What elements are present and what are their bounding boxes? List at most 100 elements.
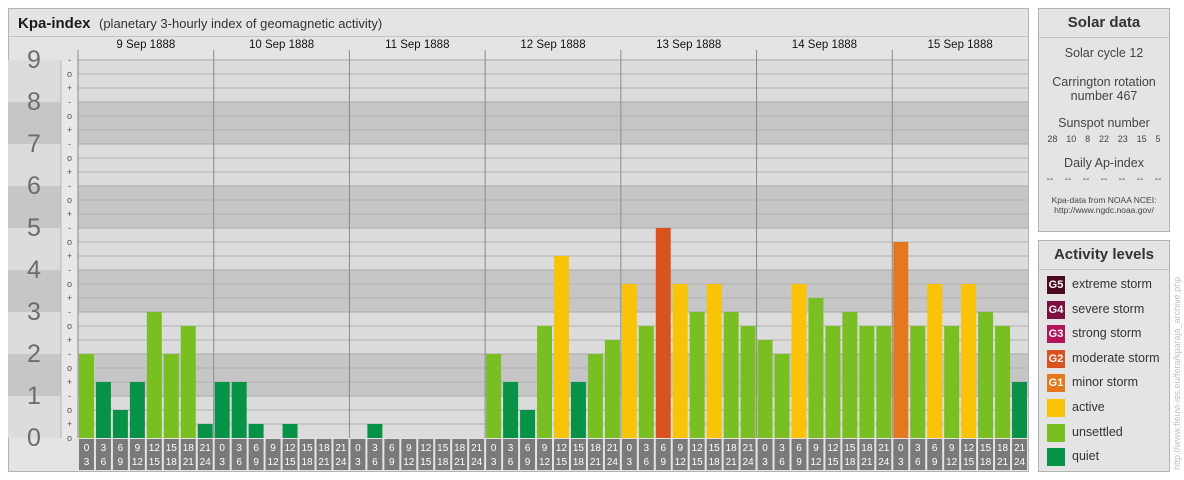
hour-end-label: 21	[183, 457, 195, 468]
sub-tick-label: +	[67, 293, 72, 303]
hour-start-label: 9	[542, 443, 548, 454]
kp-bar	[129, 382, 145, 438]
hour-start-label: 0	[219, 443, 225, 454]
hour-start-label: 3	[779, 443, 785, 454]
kp-band	[78, 186, 1028, 228]
hour-end-label: 9	[389, 457, 395, 468]
hour-start-label: 21	[200, 443, 212, 454]
activity-levels-title: Activity levels	[1039, 241, 1169, 270]
sub-tick-label: +	[67, 419, 72, 429]
ap-index-title: Daily Ap-index	[1064, 156, 1144, 170]
activity-level-item: G2 moderate storm	[1039, 347, 1169, 372]
activity-level-item: G5 extreme storm	[1039, 273, 1169, 298]
activity-level-swatch: G2	[1047, 349, 1065, 368]
kp-bar	[655, 228, 671, 438]
credit-line-2: http://www.ngdc.noaa.gov/	[1054, 205, 1154, 215]
sub-tick-label: +	[67, 251, 72, 261]
data-credit: Kpa-data from NOAA NCEI: http://www.ngdc…	[1039, 195, 1169, 215]
activity-level-item: G1 minor storm	[1039, 371, 1169, 396]
day-label: 14 Sep 1888	[792, 39, 857, 51]
activity-level-swatch: G3	[1047, 325, 1065, 344]
hour-start-label: 12	[963, 443, 975, 454]
ap-index-value: --	[1136, 174, 1144, 185]
hour-start-label: 15	[301, 443, 313, 454]
carrington-rotation-line2: number 467	[1070, 89, 1138, 103]
sub-tick-label: o	[67, 111, 72, 121]
hour-end-label: 3	[84, 457, 90, 468]
ap-index-value: --	[1046, 174, 1054, 185]
sub-tick-label: o	[67, 405, 72, 415]
hour-end-label: 12	[675, 457, 687, 468]
hour-start-label: 21	[743, 443, 755, 454]
kp-bar	[859, 325, 875, 438]
hour-start-label: 3	[372, 443, 378, 454]
hour-end-label: 15	[692, 457, 704, 468]
kp-bar	[995, 325, 1011, 438]
kp-bar	[1012, 382, 1027, 438]
kp-bar	[944, 325, 960, 438]
sub-tick-label: +	[67, 377, 72, 387]
hour-start-label: 9	[406, 443, 412, 454]
kp-bar	[961, 283, 977, 438]
sub-tick-label: o	[67, 433, 72, 443]
kp-bar	[791, 283, 807, 438]
activity-levels-legend: G5 extreme storm G4 severe storm G3 strong st…	[1039, 270, 1169, 470]
hour-start-label: 0	[491, 443, 497, 454]
sub-tick-label: o	[67, 69, 72, 79]
kp-bar	[248, 424, 264, 438]
day-label: 9 Sep 1888	[116, 39, 175, 51]
sub-tick-label: -	[68, 223, 71, 233]
kp-band	[78, 228, 1028, 270]
y-tick-label: 5	[27, 214, 41, 242]
sub-tick-label: +	[67, 83, 72, 93]
hour-start-label: 15	[166, 443, 178, 454]
activity-level-label: extreme storm	[1072, 277, 1152, 291]
sunspot-value: 15	[1136, 134, 1147, 144]
y-tick-label: 9	[27, 46, 41, 74]
kp-band	[78, 270, 1028, 312]
credit-line-1: Kpa-data from NOAA NCEI:	[1051, 195, 1157, 205]
sunspot-values: 28 10 8 22 23 15 5	[1039, 134, 1169, 144]
source-watermark: http://www.fleuvi-iss.eu/fera/kparaja_ar…	[1172, 276, 1182, 470]
kp-bar	[978, 312, 994, 438]
hour-end-label: 24	[1014, 457, 1026, 468]
kp-bar	[520, 409, 536, 438]
hour-start-label: 18	[590, 443, 602, 454]
hour-start-label: 12	[284, 443, 296, 454]
kp-bar	[808, 298, 824, 438]
activity-level-item: unsettled	[1039, 421, 1169, 446]
day-label: 13 Sep 1888	[656, 39, 721, 51]
sub-tick-label: -	[68, 265, 71, 275]
activity-levels-panel: Activity levels G5 extreme storm G4 severe …	[1038, 240, 1170, 472]
kp-bar	[570, 382, 586, 438]
sub-tick-label: +	[67, 335, 72, 345]
hour-end-label: 3	[355, 457, 361, 468]
hour-end-label: 9	[660, 457, 666, 468]
kp-bar	[757, 340, 773, 438]
kp-bar	[740, 325, 756, 438]
kp-bar	[638, 325, 654, 438]
hour-start-label: 9	[270, 443, 276, 454]
hour-end-label: 6	[915, 457, 921, 468]
hour-end-label: 21	[726, 457, 738, 468]
hour-end-label: 18	[437, 457, 449, 468]
hour-start-label: 18	[726, 443, 738, 454]
kp-bar	[554, 256, 569, 438]
hour-end-label: 24	[471, 457, 483, 468]
hour-end-label: 9	[253, 457, 259, 468]
activity-level-item: G3 strong storm	[1039, 322, 1169, 347]
hour-end-label: 24	[607, 457, 619, 468]
sub-tick-label: o	[67, 237, 72, 247]
hour-end-label: 9	[932, 457, 938, 468]
hour-end-label: 3	[219, 457, 225, 468]
hour-end-label: 9	[525, 457, 531, 468]
hour-end-label: 15	[284, 457, 296, 468]
hour-start-label: 3	[644, 443, 650, 454]
activity-level-label: active	[1072, 399, 1105, 414]
hour-start-label: 21	[335, 443, 347, 454]
carrington-rotation-line1: Carrington rotation	[1052, 75, 1156, 89]
activity-level-item: quiet	[1039, 445, 1169, 470]
hour-end-label: 24	[335, 457, 347, 468]
kp-bar	[79, 354, 94, 438]
ap-index-value: --	[1154, 174, 1162, 185]
